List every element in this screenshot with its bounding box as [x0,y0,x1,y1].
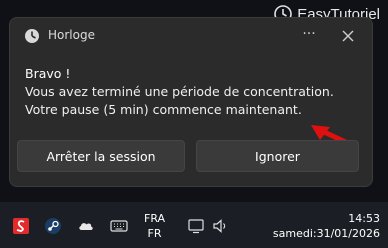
steam-icon[interactable] [44,217,62,235]
notification-title: Bravo ! [25,66,71,81]
stop-session-button[interactable]: Arrêter la session [17,140,185,172]
notification-message-line: Votre pause (5 min) commence maintenant. [25,102,302,117]
keyboard-layout: FR [147,227,162,240]
more-options-button[interactable]: ··· [296,23,322,47]
keyboard-icon[interactable] [110,217,128,235]
cloud-icon[interactable] [77,217,95,235]
clock-time: 14:53 [348,212,380,225]
volume-icon[interactable] [212,217,230,235]
language-indicator[interactable]: FRA FR [144,211,165,241]
taskbar: FRA FR 14:53 samedi:31/01/2026 [0,202,388,248]
display-icon[interactable] [187,217,205,235]
app-red-icon[interactable] [12,217,30,235]
clock-date: samedi:31/01/2026 [272,227,380,240]
language-code: FRA [144,212,166,225]
close-icon[interactable] [336,24,360,48]
notification-toast: Horloge ··· Bravo ! Vous avez terminé un… [9,17,373,187]
notification-message-line: Vous avez terminé une période de concent… [25,84,334,99]
ignore-button[interactable]: Ignorer [196,140,359,172]
notification-header: Horloge ··· [10,18,372,52]
clock-app-icon [25,29,39,43]
app-name: Horloge [48,28,95,42]
system-clock[interactable]: 14:53 samedi:31/01/2026 [273,211,380,241]
